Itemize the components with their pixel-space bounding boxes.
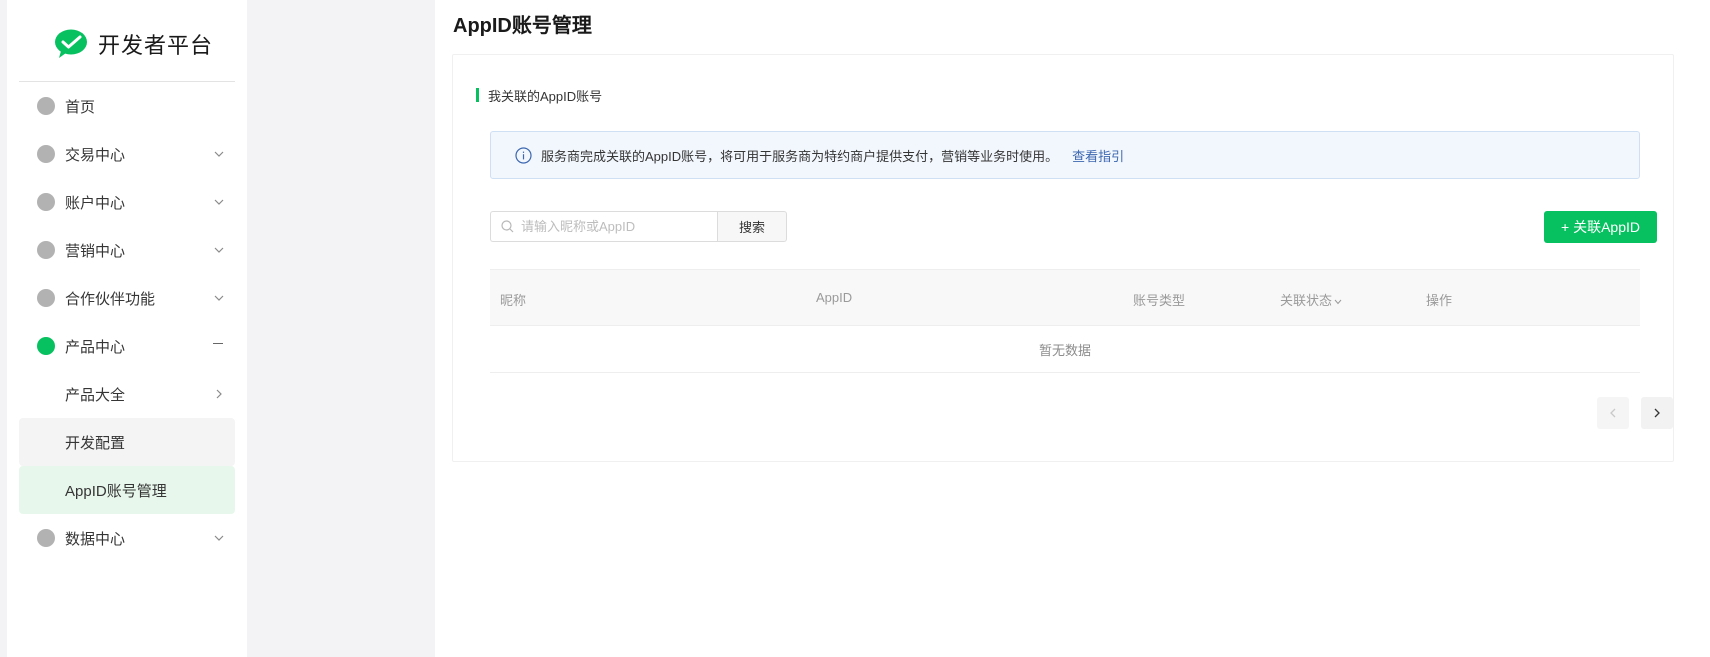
- circle-icon: [37, 97, 55, 115]
- column-header-link-status-wrap[interactable]: 关联状态: [1280, 290, 1342, 309]
- sidebar-item-label: 产品大全: [65, 386, 126, 404]
- chevron-down-icon: [214, 199, 224, 205]
- circle-icon: [37, 337, 55, 355]
- page-title: AppID账号管理: [453, 15, 592, 37]
- chevron-right-icon: [1654, 408, 1660, 418]
- logo-text: 开发者平台: [98, 33, 214, 58]
- search-input[interactable]: [521, 219, 711, 234]
- empty-text: 暂无数据: [1038, 342, 1091, 358]
- sidebar-subitem-dev-config[interactable]: 开发配置: [19, 418, 235, 466]
- chevron-left-icon: [1610, 408, 1616, 418]
- circle-icon: [37, 193, 55, 211]
- appid-table: 昵称 AppID 账号类型 关联状态 操作 暂无数据: [490, 269, 1640, 373]
- wechat-pay-logo-icon: [55, 29, 87, 58]
- sidebar-item-home[interactable]: 首页: [19, 82, 235, 130]
- chevron-right-icon: [216, 389, 222, 399]
- search-button[interactable]: 搜索: [717, 211, 787, 242]
- column-header-nickname: 昵称: [500, 293, 527, 308]
- chevron-down-icon: [214, 247, 224, 253]
- circle-icon: [37, 289, 55, 307]
- circle-icon: [37, 241, 55, 259]
- sidebar-subitem-all-products[interactable]: 产品大全: [19, 370, 235, 418]
- chevron-down-icon: [214, 151, 224, 157]
- sidebar-item-data[interactable]: 数据中心: [19, 514, 235, 562]
- sidebar-item-label: 合作伙伴功能: [65, 290, 156, 308]
- search-icon: [501, 220, 514, 233]
- section-title: 我关联的AppID账号: [476, 87, 603, 104]
- sidebar-item-partner[interactable]: 合作伙伴功能: [19, 274, 235, 322]
- left-gutter: [0, 0, 7, 657]
- sidebar-item-label: 营销中心: [65, 242, 126, 260]
- sidebar-item-label: 产品中心: [65, 338, 126, 356]
- view-guide-link[interactable]: 查看指引: [1072, 146, 1124, 165]
- caret-down-icon: [1334, 299, 1342, 304]
- sidebar-item-products[interactable]: 产品中心: [19, 322, 235, 370]
- sidebar-subitem-appid-management[interactable]: AppID账号管理: [19, 466, 235, 514]
- circle-icon: [37, 145, 55, 163]
- sidebar-item-marketing[interactable]: 营销中心: [19, 226, 235, 274]
- table-header: 昵称 AppID 账号类型 关联状态 操作: [490, 269, 1640, 326]
- main-content: AppID账号管理 我关联的AppID账号 服务商完成关联的AppID账号，将可…: [435, 0, 1710, 657]
- info-notice: 服务商完成关联的AppID账号，将可用于服务商为特约商户提供支付，营销等业务时使…: [490, 131, 1640, 179]
- section-title-text: 我关联的AppID账号: [488, 88, 603, 104]
- chevron-down-icon: [214, 295, 224, 301]
- add-appid-button[interactable]: + 关联AppID: [1544, 211, 1657, 243]
- collapse-icon: [213, 343, 223, 344]
- sidebar-nav: 首页 交易中心 账户中心 营销中心 合作伙伴功能 产品中心 产品大全 开发配置 …: [19, 82, 235, 562]
- sidebar-item-label: 账户中心: [65, 194, 126, 212]
- column-header-actions: 操作: [1426, 293, 1453, 308]
- logo[interactable]: 开发者平台: [54, 26, 213, 62]
- sidebar: 开发者平台 首页 交易中心 账户中心 营销中心 合作伙伴功能 产品中心 产品大全…: [7, 0, 247, 657]
- gap-panel: [247, 0, 435, 657]
- sidebar-item-label: 交易中心: [65, 146, 126, 164]
- sidebar-item-label: 开发配置: [65, 434, 126, 452]
- column-header-link-status: 关联状态: [1280, 293, 1333, 308]
- pagination-prev-button[interactable]: [1597, 397, 1629, 429]
- chevron-down-icon: [214, 535, 224, 541]
- notice-text: 服务商完成关联的AppID账号，将可用于服务商为特约商户提供支付，营销等业务时使…: [541, 148, 1059, 164]
- sidebar-item-account[interactable]: 账户中心: [19, 178, 235, 226]
- info-icon: [515, 146, 532, 164]
- pagination-next-button[interactable]: [1641, 397, 1673, 429]
- content-card: 我关联的AppID账号 服务商完成关联的AppID账号，将可用于服务商为特约商户…: [452, 54, 1674, 462]
- search-box: [490, 211, 717, 242]
- table-empty-row: 暂无数据: [490, 326, 1640, 373]
- sidebar-item-transactions[interactable]: 交易中心: [19, 130, 235, 178]
- sidebar-item-label: 数据中心: [65, 530, 126, 548]
- column-header-appid: AppID: [816, 290, 853, 305]
- circle-icon: [37, 529, 55, 547]
- sidebar-item-label: 首页: [65, 98, 96, 116]
- sidebar-item-label: AppID账号管理: [65, 482, 167, 500]
- column-header-account-type: 账号类型: [1133, 293, 1186, 308]
- section-accent-bar: [476, 88, 479, 102]
